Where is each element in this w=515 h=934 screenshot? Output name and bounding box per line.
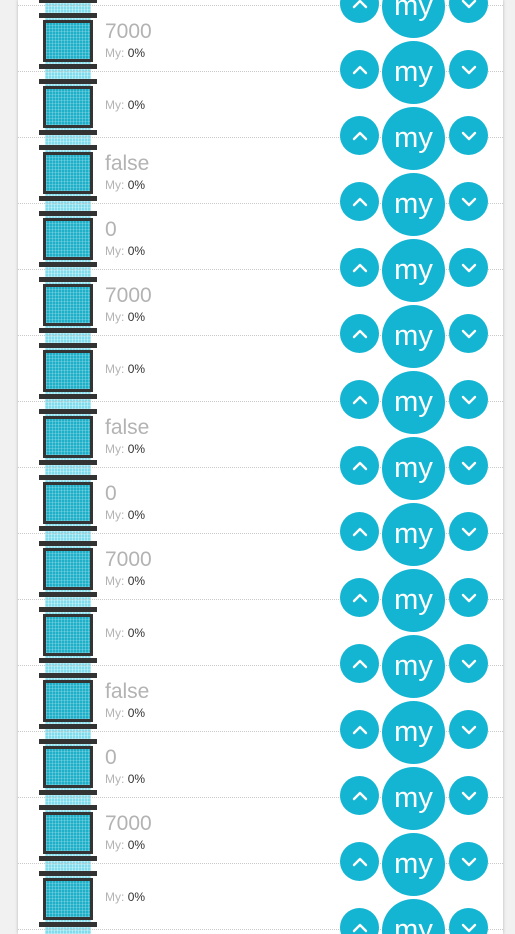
list-panel: My: 0% my 7000 My: 0% my bbox=[18, 0, 503, 934]
list-item: 0 My: 0% my bbox=[18, 204, 503, 302]
my-button[interactable]: my bbox=[382, 899, 445, 934]
machine-icon bbox=[39, 739, 97, 795]
item-title: 0 bbox=[105, 746, 117, 769]
machine-icon bbox=[39, 211, 97, 267]
item-list: My: 0% my 7000 My: 0% my bbox=[18, 0, 503, 934]
meta-label: My: bbox=[105, 838, 125, 852]
item-meta: My: 0% bbox=[105, 574, 145, 588]
meta-label: My: bbox=[105, 244, 125, 258]
meta-label: My: bbox=[105, 98, 125, 112]
item-title: false bbox=[105, 680, 150, 703]
meta-value: 0% bbox=[127, 706, 146, 720]
meta-label: My: bbox=[105, 442, 125, 456]
item-meta: My: 0% bbox=[105, 98, 145, 112]
meta-value: 0% bbox=[127, 626, 146, 640]
meta-label: My: bbox=[105, 626, 125, 640]
down-button[interactable] bbox=[449, 908, 488, 934]
item-meta: My: 0% bbox=[105, 772, 145, 786]
meta-value: 0% bbox=[127, 772, 146, 786]
meta-label: My: bbox=[105, 574, 125, 588]
item-meta: My: 0% bbox=[105, 626, 145, 640]
item-title: 0 bbox=[105, 218, 117, 241]
item-meta: My: 0% bbox=[105, 890, 145, 904]
meta-label: My: bbox=[105, 890, 125, 904]
meta-label: My: bbox=[105, 706, 125, 720]
machine-icon bbox=[39, 541, 97, 597]
list-item: false My: 0% my bbox=[18, 138, 503, 236]
meta-value: 0% bbox=[127, 362, 146, 376]
meta-value: 0% bbox=[127, 178, 146, 192]
meta-value: 0% bbox=[127, 98, 146, 112]
machine-icon bbox=[39, 145, 97, 201]
item-meta: My: 0% bbox=[105, 838, 145, 852]
machine-icon bbox=[39, 13, 97, 69]
meta-value: 0% bbox=[127, 46, 146, 60]
item-meta: My: 0% bbox=[105, 442, 145, 456]
meta-label: My: bbox=[105, 310, 125, 324]
meta-label: My: bbox=[105, 772, 125, 786]
list-item: 7000 My: 0% my bbox=[18, 270, 503, 368]
list-item: false My: 0% my bbox=[18, 402, 503, 500]
machine-icon bbox=[39, 805, 97, 861]
item-title: 7000 bbox=[105, 20, 152, 43]
meta-value: 0% bbox=[127, 508, 146, 522]
item-title: 7000 bbox=[105, 812, 152, 835]
list-item: 7000 My: 0% my bbox=[18, 6, 503, 104]
item-title: 7000 bbox=[105, 284, 152, 307]
machine-icon bbox=[39, 607, 97, 663]
list-item: false My: 0% my bbox=[18, 666, 503, 764]
list-item: 0 My: 0% my bbox=[18, 468, 503, 566]
list-item: My: 0% my bbox=[18, 864, 503, 934]
chevron-down-icon bbox=[461, 923, 476, 932]
list-item: 7000 My: 0% my bbox=[18, 534, 503, 632]
meta-value: 0% bbox=[127, 442, 146, 456]
machine-icon bbox=[39, 277, 97, 333]
chevron-up-icon bbox=[352, 923, 367, 932]
meta-label: My: bbox=[105, 46, 125, 60]
machine-icon bbox=[39, 673, 97, 729]
machine-icon bbox=[39, 0, 97, 3]
up-button[interactable] bbox=[340, 908, 379, 934]
list-item: My: 0% my bbox=[18, 336, 503, 434]
meta-value: 0% bbox=[127, 838, 146, 852]
list-item: 0 My: 0% my bbox=[18, 732, 503, 830]
item-title: 7000 bbox=[105, 548, 152, 571]
meta-value: 0% bbox=[127, 574, 146, 588]
list-item: My: 0% my bbox=[18, 600, 503, 698]
machine-icon bbox=[39, 871, 97, 927]
meta-label: My: bbox=[105, 508, 125, 522]
item-meta: My: 0% bbox=[105, 244, 145, 258]
machine-icon bbox=[39, 343, 97, 399]
list-item: 7000 My: 0% my bbox=[18, 798, 503, 896]
machine-icon bbox=[39, 409, 97, 465]
list-item: My: 0% my bbox=[18, 72, 503, 170]
machine-icon bbox=[39, 79, 97, 135]
meta-value: 0% bbox=[127, 890, 146, 904]
meta-label: My: bbox=[105, 362, 125, 376]
meta-value: 0% bbox=[127, 310, 146, 324]
item-meta: My: 0% bbox=[105, 706, 145, 720]
item-meta: My: 0% bbox=[105, 46, 145, 60]
item-meta: My: 0% bbox=[105, 362, 145, 376]
item-title: false bbox=[105, 416, 150, 439]
item-meta: My: 0% bbox=[105, 178, 145, 192]
machine-icon bbox=[39, 475, 97, 531]
item-title: 0 bbox=[105, 482, 117, 505]
item-meta: My: 0% bbox=[105, 508, 145, 522]
item-title: false bbox=[105, 152, 150, 175]
meta-value: 0% bbox=[127, 244, 146, 258]
item-meta: My: 0% bbox=[105, 310, 145, 324]
meta-label: My: bbox=[105, 178, 125, 192]
